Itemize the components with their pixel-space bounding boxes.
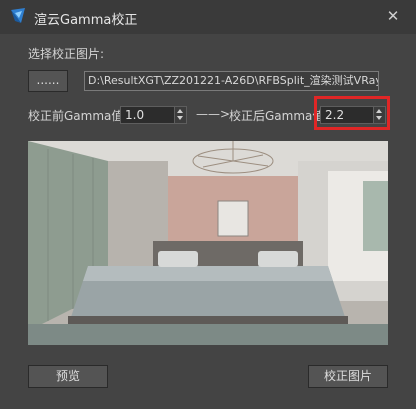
correct-image-button[interactable]: 校正图片	[308, 365, 388, 388]
gamma-before-value[interactable]: 1.0	[125, 108, 144, 122]
gamma-before-label: 校正前Gamma值:	[28, 109, 128, 123]
image-path-field[interactable]: D:\ResultXGT\ZZ201221-A26D\RFBSplit_渲染测试…	[84, 71, 379, 91]
title-bar: 渲云Gamma校正 ✕	[0, 0, 416, 34]
gamma-after-label: 校正后Gamma值	[229, 109, 325, 123]
window-title: 渲云Gamma校正	[34, 13, 138, 28]
preview-image	[28, 141, 388, 345]
highlight-annotation-box	[314, 96, 390, 130]
arrow-down-icon[interactable]	[177, 116, 183, 120]
gamma-before-spinner[interactable]: 1.0	[120, 106, 187, 124]
spinner-arrows-icon[interactable]	[174, 107, 186, 123]
browse-button[interactable]: ......	[28, 70, 68, 92]
arrow-up-icon[interactable]	[177, 109, 183, 113]
select-image-label: 选择校正图片:	[28, 47, 105, 61]
render-cloud-logo-icon	[11, 8, 25, 23]
close-button[interactable]: ✕	[380, 4, 406, 28]
direction-arrow: ——>	[196, 107, 231, 121]
preview-button[interactable]: 预览	[28, 365, 108, 388]
bedroom-render-preview-icon	[28, 141, 388, 345]
